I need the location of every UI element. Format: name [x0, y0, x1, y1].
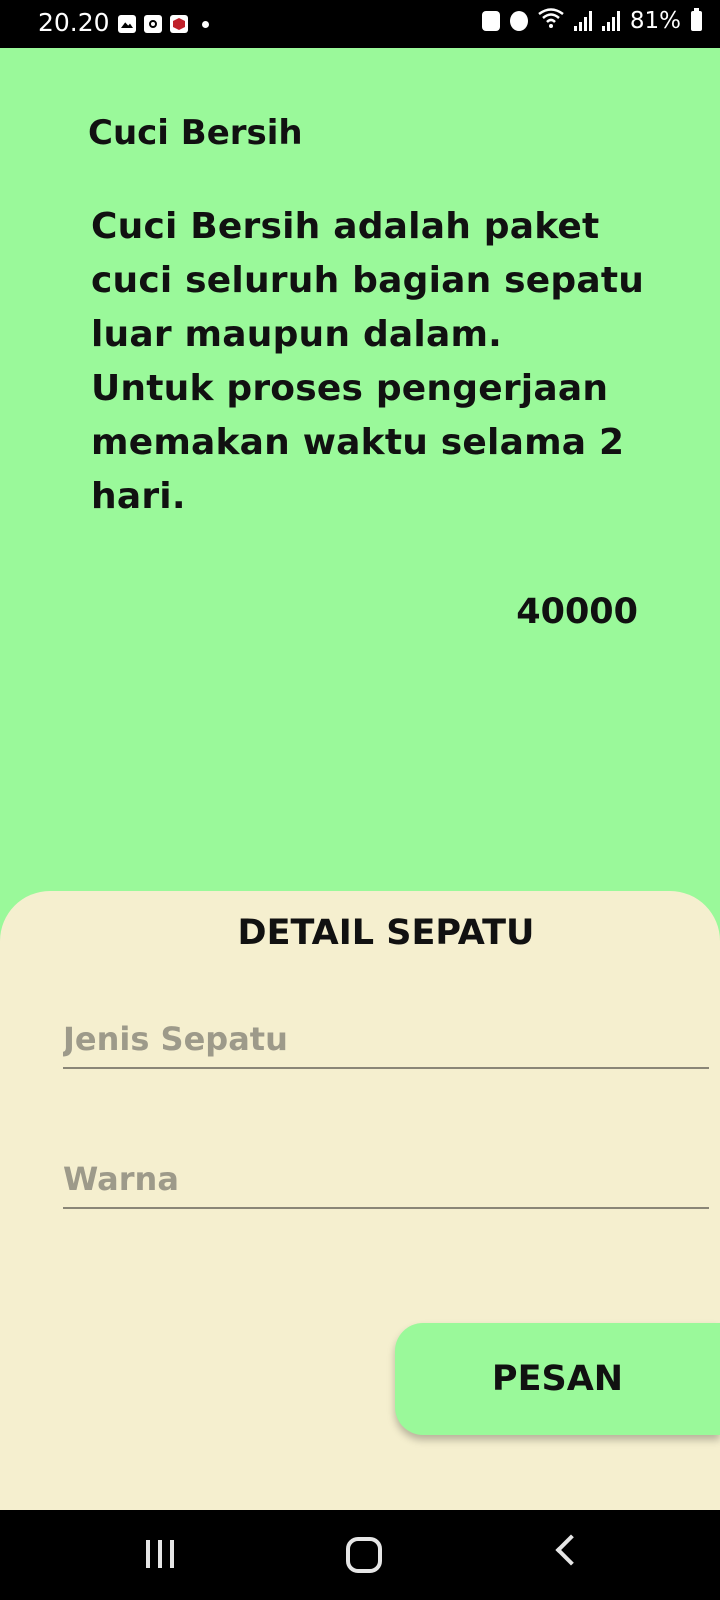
status-right-icons: 81% — [481, 8, 702, 34]
app-icon — [170, 15, 188, 33]
recycle-icon — [481, 11, 500, 31]
gallery-icon — [118, 15, 136, 33]
detail-sheet: DETAIL SEPATU PESAN — [0, 891, 720, 1511]
status-left-icons — [118, 15, 209, 33]
home-icon[interactable] — [346, 1537, 382, 1573]
package-title: Cuci Bersih — [88, 113, 303, 153]
battery-icon — [691, 8, 702, 31]
alarm-icon — [509, 11, 528, 31]
navigation-bar — [0, 1510, 720, 1600]
package-description: Cuci Bersih adalah paket cuci seluruh ba… — [91, 206, 645, 517]
signal-icon — [573, 11, 592, 31]
notification-dot-icon — [202, 20, 209, 28]
color-input[interactable] — [63, 1151, 709, 1209]
wifi-icon — [538, 8, 564, 34]
status-bar: 20.20 81% — [0, 0, 720, 48]
battery-percent: 81% — [629, 8, 681, 34]
package-price: 40000 — [516, 592, 638, 632]
back-icon[interactable] — [555, 1534, 587, 1566]
signal-icon — [601, 11, 620, 31]
status-time: 20.20 — [38, 8, 110, 37]
recents-icon[interactable] — [146, 1540, 174, 1568]
detail-heading: DETAIL SEPATU — [237, 913, 535, 953]
shoe-type-input[interactable] — [63, 1011, 709, 1069]
order-button[interactable]: PESAN — [395, 1323, 720, 1435]
clock-app-icon — [144, 15, 162, 33]
